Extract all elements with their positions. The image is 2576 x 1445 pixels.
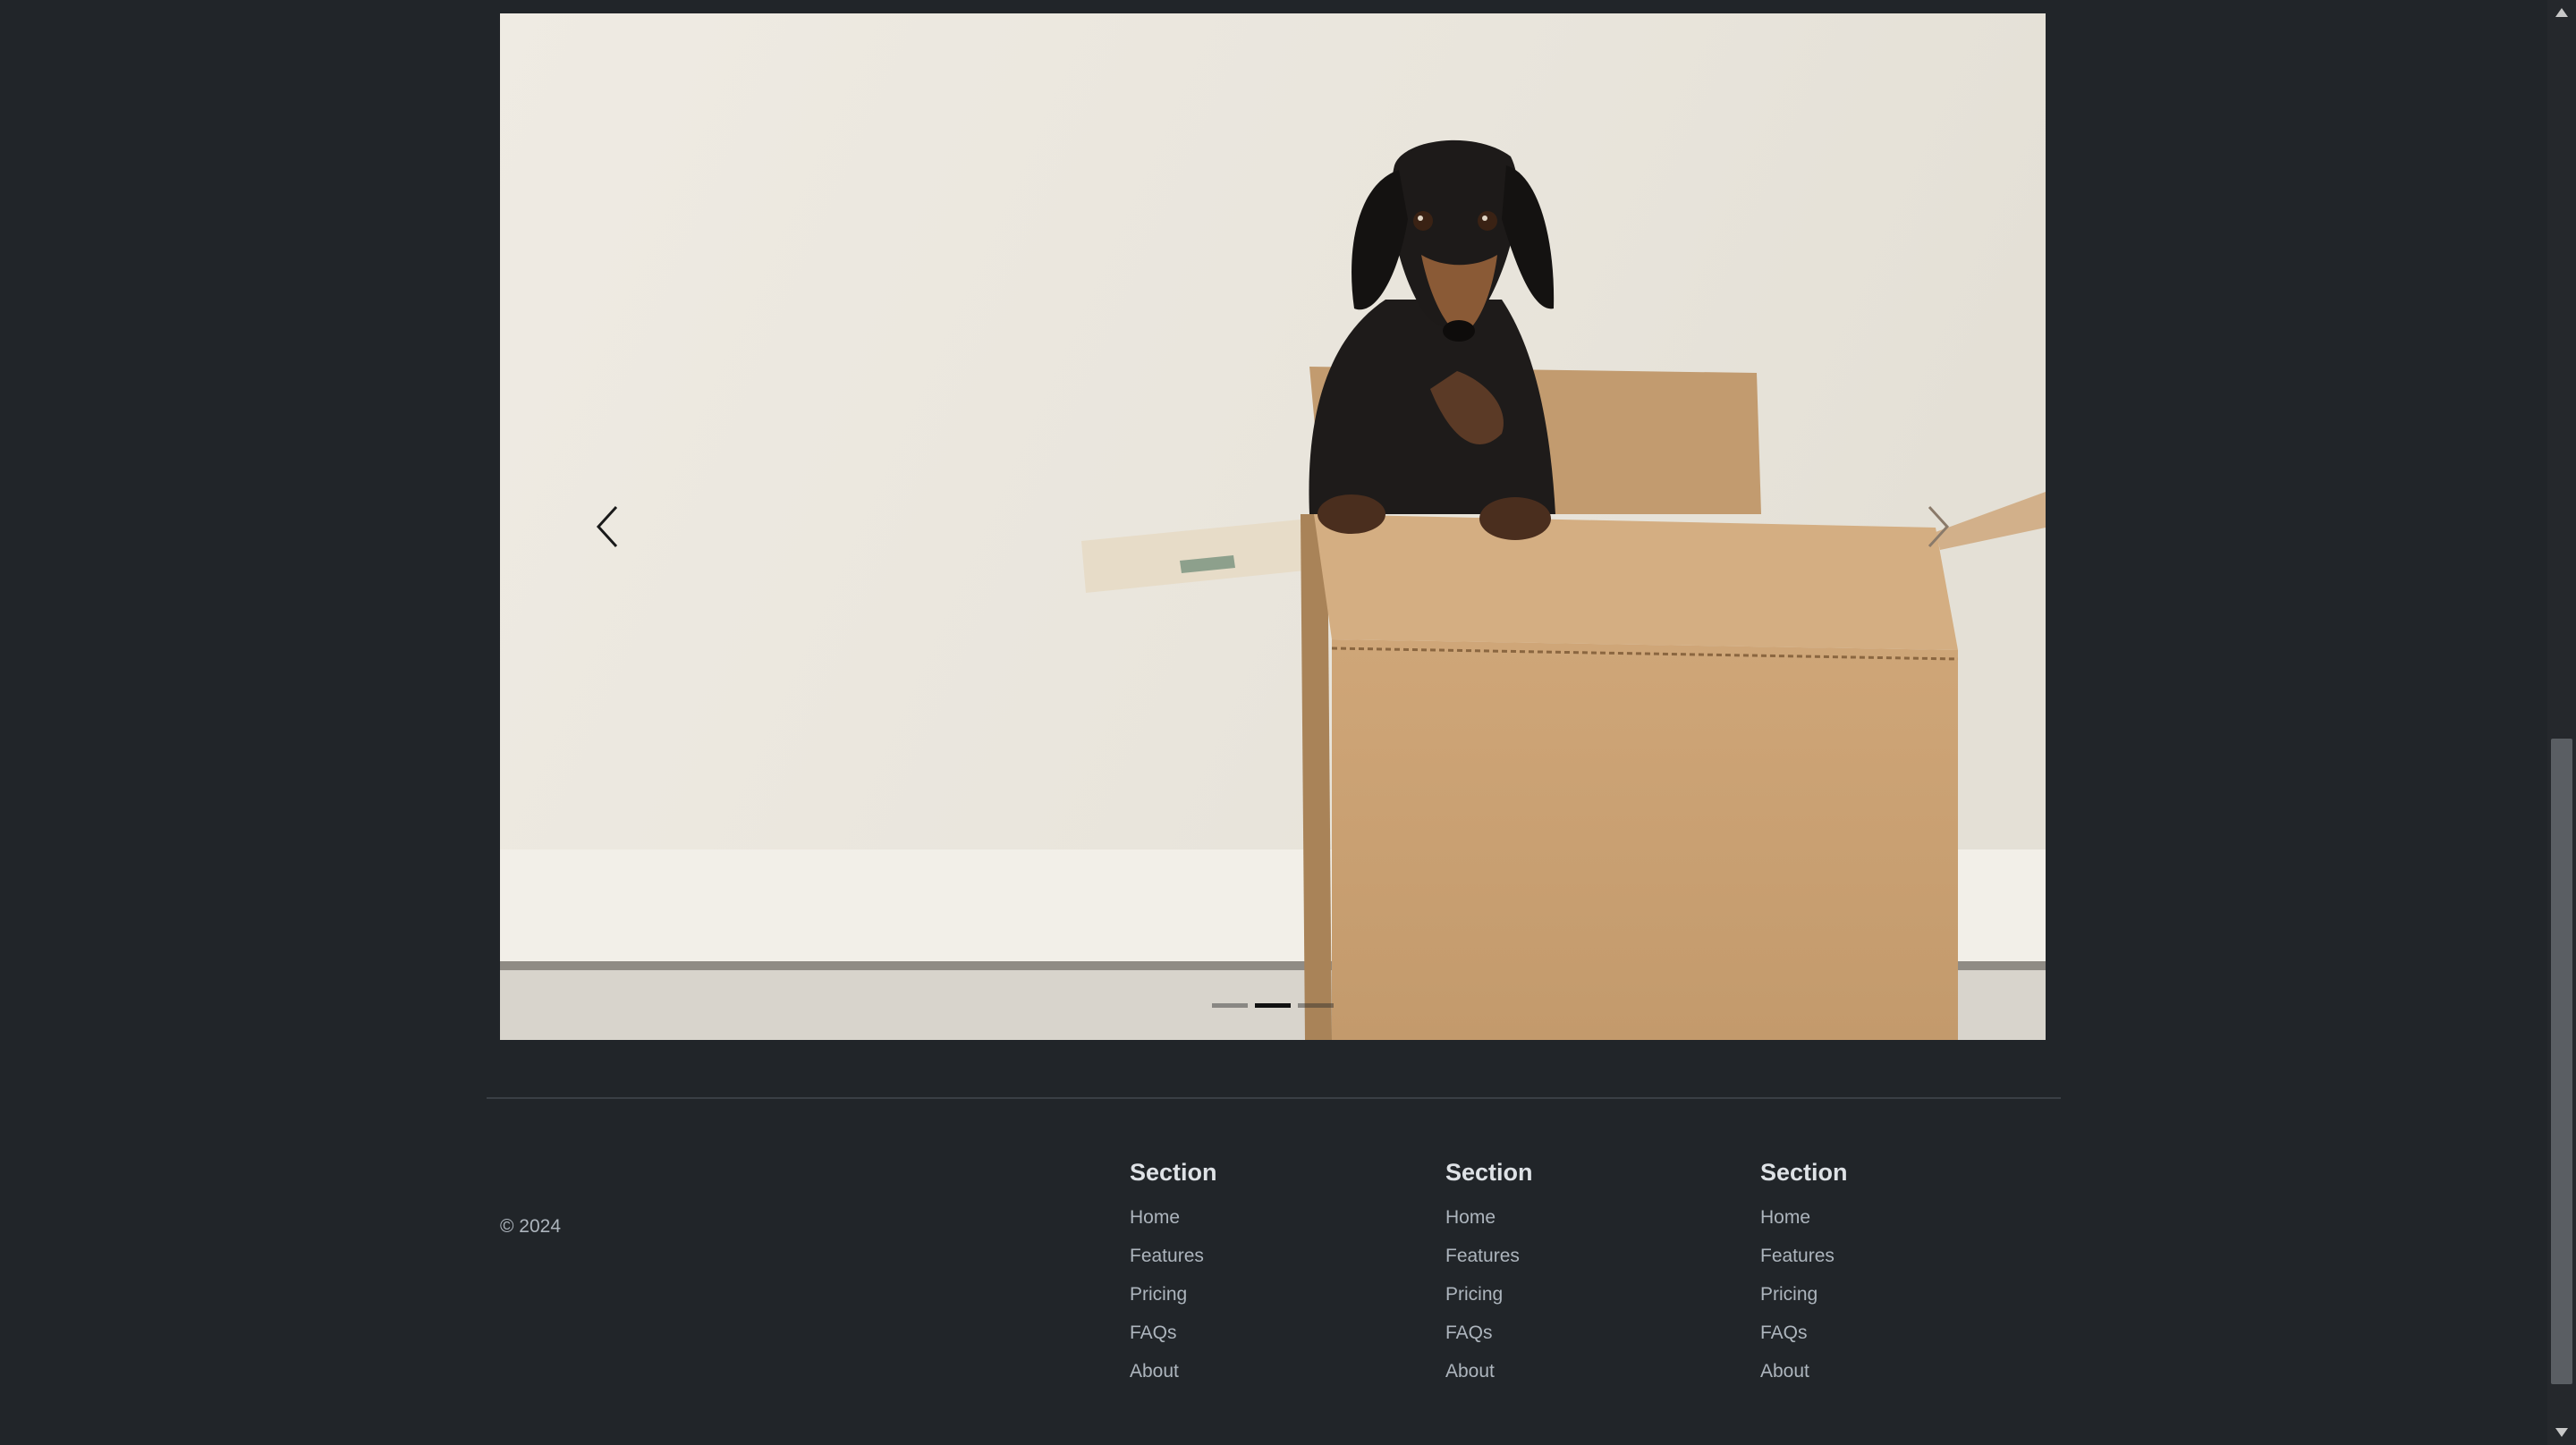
- scroll-up-arrow[interactable]: [2547, 0, 2576, 25]
- footer-link-home[interactable]: Home: [1130, 1207, 1180, 1228]
- image-carousel[interactable]: [500, 13, 2046, 1040]
- footer-link-features[interactable]: Features: [1130, 1246, 1204, 1266]
- footer-link-about[interactable]: About: [1445, 1361, 1495, 1382]
- footer-link-home[interactable]: Home: [1760, 1207, 1810, 1228]
- footer-column-2: Section Home Features Pricing FAQs About: [1445, 1153, 1533, 1398]
- scroll-down-arrow[interactable]: [2547, 1420, 2576, 1445]
- footer-column-title: Section: [1760, 1159, 1848, 1186]
- footer-link-pricing[interactable]: Pricing: [1445, 1284, 1503, 1305]
- footer-link-features[interactable]: Features: [1445, 1246, 1520, 1266]
- triangle-down-icon: [2555, 1428, 2568, 1437]
- footer-divider: [487, 1097, 2061, 1099]
- scrollbar-thumb[interactable]: [2551, 739, 2572, 1384]
- copyright-text: © 2024: [500, 1216, 562, 1237]
- carousel-indicator-2[interactable]: [1255, 1003, 1291, 1008]
- footer-column-title: Section: [1445, 1159, 1533, 1186]
- carousel-slide-image: [500, 13, 2046, 1040]
- footer-link-faqs[interactable]: FAQs: [1760, 1322, 1808, 1343]
- vertical-scrollbar[interactable]: [2547, 0, 2576, 1445]
- carousel-indicators: [500, 1003, 2046, 1008]
- footer-link-features[interactable]: Features: [1760, 1246, 1835, 1266]
- chevron-left-icon: [596, 505, 618, 548]
- carousel-indicator-3[interactable]: [1298, 1003, 1334, 1008]
- footer-link-pricing[interactable]: Pricing: [1130, 1284, 1187, 1305]
- triangle-up-icon: [2555, 8, 2568, 17]
- footer-link-faqs[interactable]: FAQs: [1130, 1322, 1177, 1343]
- footer-link-faqs[interactable]: FAQs: [1445, 1322, 1493, 1343]
- footer-column-3: Section Home Features Pricing FAQs About: [1760, 1153, 1848, 1398]
- footer-link-pricing[interactable]: Pricing: [1760, 1284, 1818, 1305]
- footer-link-home[interactable]: Home: [1445, 1207, 1496, 1228]
- footer-link-about[interactable]: About: [1130, 1361, 1179, 1382]
- footer-link-about[interactable]: About: [1760, 1361, 1809, 1382]
- carousel-prev-button[interactable]: [500, 13, 715, 1040]
- footer-column-1: Section Home Features Pricing FAQs About: [1130, 1153, 1217, 1398]
- page: © 2024 Section Home Features Pricing FAQ…: [0, 0, 2547, 1445]
- chevron-right-icon: [1928, 505, 1950, 548]
- carousel-next-button[interactable]: [1831, 13, 2046, 1040]
- carousel-indicator-1[interactable]: [1212, 1003, 1248, 1008]
- footer-column-title: Section: [1130, 1159, 1217, 1186]
